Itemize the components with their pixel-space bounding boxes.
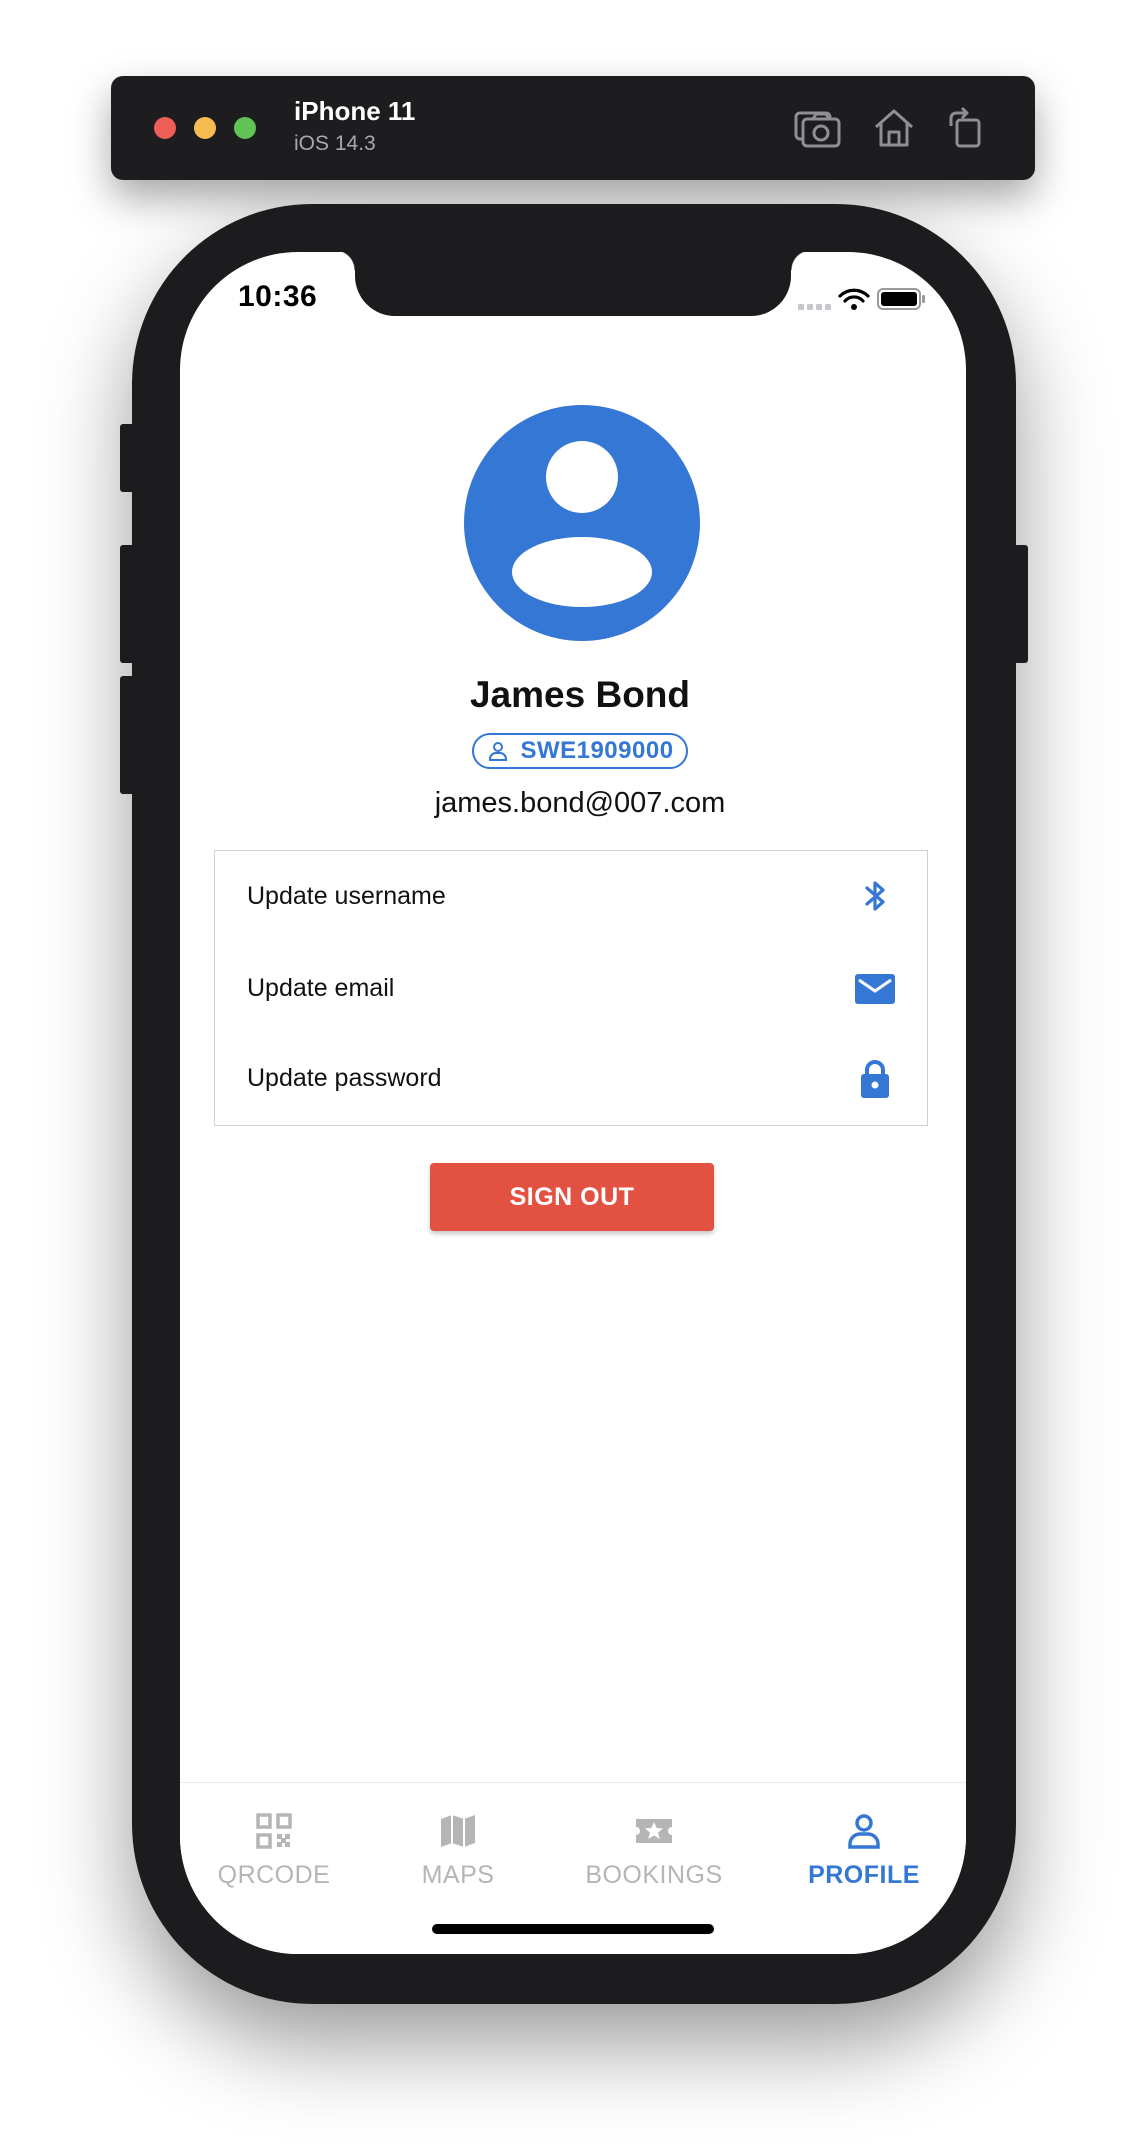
wifi-icon <box>838 288 870 303</box>
screenshot-icon[interactable] <box>791 102 843 154</box>
home-icon[interactable] <box>868 102 920 154</box>
sign-out-button[interactable]: SIGN OUT <box>430 1163 714 1231</box>
user-id-badge: SWE1909000 <box>472 733 688 769</box>
account-settings-list: Update username Update email Update pass… <box>214 850 928 1126</box>
update-password-label: Update password <box>247 1063 442 1092</box>
simulator-os-version: iOS 14.3 <box>294 132 376 155</box>
update-username-row[interactable]: Update username <box>215 851 927 941</box>
close-window-button[interactable] <box>154 117 176 139</box>
person-outline-icon <box>486 739 510 763</box>
lock-icon <box>855 1058 895 1098</box>
user-id-text: SWE1909000 <box>520 737 674 764</box>
cellular-icon <box>798 304 831 310</box>
notch <box>335 252 811 316</box>
qrcode-icon <box>256 1813 292 1849</box>
profile-name: James Bond <box>469 674 690 715</box>
minimize-window-button[interactable] <box>194 117 216 139</box>
ticket-icon <box>636 1819 672 1843</box>
avatar <box>464 405 700 641</box>
battery-icon <box>877 288 925 310</box>
bluetooth-icon <box>855 876 895 916</box>
update-username-label: Update username <box>247 881 446 910</box>
avatar-body <box>512 537 652 607</box>
status-icons <box>798 284 938 312</box>
simulator-device-name: iPhone 11 <box>294 96 416 126</box>
tab-bookings-label: BOOKINGS <box>585 1861 723 1889</box>
update-email-row[interactable]: Update email <box>215 943 927 1033</box>
zoom-window-button[interactable] <box>234 117 256 139</box>
map-icon <box>441 1815 475 1847</box>
tab-bookings[interactable]: BOOKINGS <box>554 1811 754 1890</box>
simulator-title-bar: iPhone 11 iOS 14.3 <box>111 76 1035 180</box>
home-indicator <box>432 1924 714 1934</box>
tab-maps-label: MAPS <box>421 1861 495 1889</box>
tab-profile-label: PROFILE <box>808 1861 920 1889</box>
update-password-row[interactable]: Update password <box>215 1033 927 1123</box>
person-icon <box>848 1814 880 1849</box>
phone-screen: 10:36 James Bond SWE1909000 james.bond@0… <box>180 252 966 1954</box>
update-email-label: Update email <box>247 973 395 1002</box>
status-time: 10:36 <box>238 280 318 313</box>
profile-email: james.bond@007.com <box>434 787 726 819</box>
tab-profile[interactable]: PROFILE <box>764 1811 964 1890</box>
rotate-icon[interactable] <box>941 102 993 154</box>
avatar-head <box>546 441 618 513</box>
tab-qrcode[interactable]: QRCODE <box>180 1811 374 1890</box>
tab-qrcode-label: QRCODE <box>217 1861 331 1889</box>
mail-icon <box>855 968 895 1008</box>
tab-maps[interactable]: MAPS <box>358 1811 558 1890</box>
